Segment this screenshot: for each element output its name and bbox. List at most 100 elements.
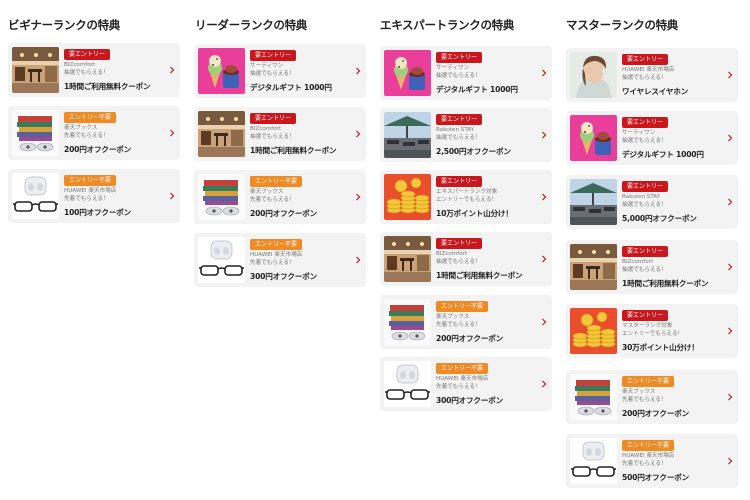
chevron-right-icon <box>728 134 733 142</box>
benefit-card[interactable]: エントリー不要楽天ブックス先着でもらえる！ 200円オフクーポン <box>194 170 366 224</box>
benefit-card[interactable]: エントリー不要 HUAWEI 楽天市場店 先着でもらえる！ 300円オフクーポン <box>194 233 366 287</box>
books-earbuds-image <box>384 299 431 345</box>
benefit-title: ワイヤレスイヤホン <box>622 87 689 96</box>
benefit-title: 200円オフクーポン <box>64 145 132 154</box>
entry-not-required-badge: エントリー不要 <box>250 239 303 250</box>
entry-not-required-badge: エントリー不要 <box>622 376 675 387</box>
coworking-space-image <box>384 236 431 282</box>
benefit-title: 200円オフクーポン <box>436 334 504 343</box>
benefit-card[interactable]: エントリー不要 楽天ブックス 先着でもらえる！ 200円オフクーポン <box>380 295 552 349</box>
chevron-right-icon <box>728 327 733 335</box>
benefit-card[interactable]: 要エントリー HUAWEI 楽天市場店 抽選でもらえる！ ワイヤレスイヤホン <box>566 48 738 102</box>
chevron-right-icon <box>542 255 547 263</box>
benefit-provider: エキスパートランク対象 <box>436 189 498 195</box>
benefit-card[interactable]: 要エントリー BIZcomfort 抽選でもらえる！ 1時間ご利用無料クーポン <box>194 107 366 161</box>
entry-not-required-badge: エントリー不要 <box>64 175 117 186</box>
benefit-card[interactable]: 要エントリー マスターランク対象 エントリーでもらえる！ 30万ポイント山分け！ <box>566 304 738 358</box>
benefit-card[interactable]: エントリー不要 HUAWEI 楽天市場店 先着でもらえる！ 100円オフクーポン <box>8 169 180 223</box>
benefit-title: 10万ポイント山分け！ <box>436 209 513 218</box>
benefit-condition: 抽選でもらえる！ <box>436 73 481 79</box>
entry-required-badge: 要エントリー <box>64 49 111 60</box>
benefit-card[interactable]: 要エントリー エキスパートランク対象 エントリーでもらえる！ 10万ポイント山分け！ <box>380 170 552 224</box>
chevron-right-icon <box>728 263 733 271</box>
benefit-card[interactable]: エントリー不要 HUAWEI 楽天市場店 先着でもらえる！ 300円オフクーポン <box>380 357 552 411</box>
benefit-provider: HUAWEI 楽天市場店 <box>622 453 675 459</box>
woman-earbuds-image <box>570 52 617 98</box>
benefit-condition: エントリーでもらえる！ <box>622 331 684 337</box>
entry-required-badge: 要エントリー <box>622 54 669 65</box>
benefit-condition: 抽選でもらえる！ <box>622 75 667 81</box>
benefit-card[interactable]: エントリー不要 楽天ブックス 先着でもらえる！ 200円オフクーポン <box>8 106 180 160</box>
benefit-condition: 抽選でもらえる！ <box>622 138 667 144</box>
entry-not-required-badge: エントリー不要 <box>250 176 303 187</box>
benefit-title: 1時間ご利用無料クーポン <box>250 146 337 155</box>
benefit-title: 500円オフクーポン <box>622 473 690 482</box>
chevron-right-icon <box>170 66 175 74</box>
entry-required-badge: 要エントリー <box>250 113 297 124</box>
benefit-card[interactable]: 要エントリー BIZcomfort 抽選でもらえる！ 1時間ご利用無料クーポン <box>566 240 738 294</box>
entry-required-badge: 要エントリー <box>436 176 483 187</box>
chevron-right-icon <box>356 193 361 201</box>
benefit-condition: 抽選でもらえる！ <box>622 202 667 208</box>
benefit-title: 300円オフクーポン <box>436 396 504 405</box>
benefit-provider: 楽天ブックス <box>622 389 656 395</box>
benefit-card[interactable]: 要エントリー Rakuten STAY 抽選でもらえる！ 5,000円オフクーポン <box>566 175 738 229</box>
entry-required-badge: 要エントリー <box>436 114 483 125</box>
benefit-condition: 抽選でもらえる！ <box>64 70 109 76</box>
books-earbuds-image <box>198 174 245 220</box>
benefit-provider: BIZcomfort <box>436 251 468 257</box>
benefit-condition: 抽選でもらえる！ <box>436 259 481 265</box>
benefit-title: 100円オフクーポン <box>64 208 132 217</box>
entry-required-badge: 要エントリー <box>436 52 483 63</box>
ice-cream-image <box>198 48 245 94</box>
ice-cream-image <box>384 50 431 96</box>
benefit-card[interactable]: 要エントリー Rakuten STAY 抽選でもらえる！ 2,500円オフクーポン <box>380 108 552 162</box>
books-earbuds-image <box>570 374 617 420</box>
benefit-card[interactable]: 要エントリー BIZcomfort 抽選でもらえる！ 1時間ご利用無料クーポン <box>8 43 180 97</box>
benefit-condition: 先着でもらえる！ <box>250 260 295 266</box>
benefit-card[interactable]: エントリー不要 HUAWEI 楽天市場店 先着でもらえる！ 500円オフクーポン <box>566 434 738 488</box>
earbuds-glasses-image <box>570 438 617 484</box>
benefit-title: デジタルギフト 1000円 <box>436 85 518 94</box>
earbuds-glasses-image <box>12 173 59 219</box>
benefit-title: デジタルギフト 1000円 <box>250 83 332 92</box>
entry-required-badge: 要エントリー <box>622 246 669 257</box>
coworking-space-image <box>198 111 245 157</box>
benefit-provider: マスターランク対象 <box>622 323 673 329</box>
benefit-title: 200円オフクーポン <box>250 209 318 218</box>
benefit-provider: Rakuten STAY <box>622 194 661 200</box>
benefit-title: 5,000円オフクーポン <box>622 214 697 223</box>
coworking-space-image <box>570 244 617 290</box>
books-earbuds-image <box>12 110 59 156</box>
benefit-condition: 先着でもらえる！ <box>64 133 109 139</box>
rank-section-title: エキスパートランクの特典 <box>380 18 515 32</box>
chevron-right-icon <box>356 256 361 264</box>
entry-not-required-badge: エントリー不要 <box>64 112 117 123</box>
benefit-provider: BIZcomfort <box>64 62 96 68</box>
chevron-right-icon <box>728 457 733 465</box>
rank-section-title: マスターランクの特典 <box>566 18 678 32</box>
benefit-condition: 抽選でもらえる！ <box>436 135 481 141</box>
chevron-right-icon <box>170 192 175 200</box>
benefit-card[interactable]: 要エントリー サーティワン 抽選でもらえる！ デジタルギフト 1000円 <box>566 111 738 165</box>
benefit-condition: 先着でもらえる！ <box>436 384 481 390</box>
benefit-card[interactable]: エントリー不要 楽天ブックス 先着でもらえる！ 200円オフクーポン <box>566 370 738 424</box>
benefit-title: 300円オフクーポン <box>250 272 318 281</box>
ice-cream-image <box>570 115 617 161</box>
benefit-card[interactable]: 要エントリー BIZcomfort 抽選でもらえる！ 1時間ご利用無料クーポン <box>380 232 552 286</box>
earbuds-glasses-image <box>198 237 245 283</box>
benefit-condition: 先着でもらえる！ <box>64 196 109 202</box>
benefit-card[interactable]: 要エントリーサーティワン抽選でもらえる！ デジタルギフト 1000円 <box>380 46 552 100</box>
benefit-provider: BIZcomfort <box>622 259 654 265</box>
benefit-provider: Rakuten STAY <box>436 127 475 133</box>
benefit-provider: サーティワン <box>436 65 470 71</box>
benefit-title: 2,500円オフクーポン <box>436 147 511 156</box>
benefit-condition: 先着でもらえる！ <box>436 322 481 328</box>
chevron-right-icon <box>728 393 733 401</box>
benefit-provider: サーティワン <box>250 63 284 69</box>
benefit-provider: 楽天ブックス <box>250 189 284 195</box>
benefit-condition: 先着でもらえる！ <box>250 197 295 203</box>
benefit-card[interactable]: 要エントリー サーティワン 抽選でもらえる！ デジタルギフト 1000円 <box>194 44 366 98</box>
entry-required-badge: 要エントリー <box>622 181 669 192</box>
chevron-right-icon <box>542 380 547 388</box>
